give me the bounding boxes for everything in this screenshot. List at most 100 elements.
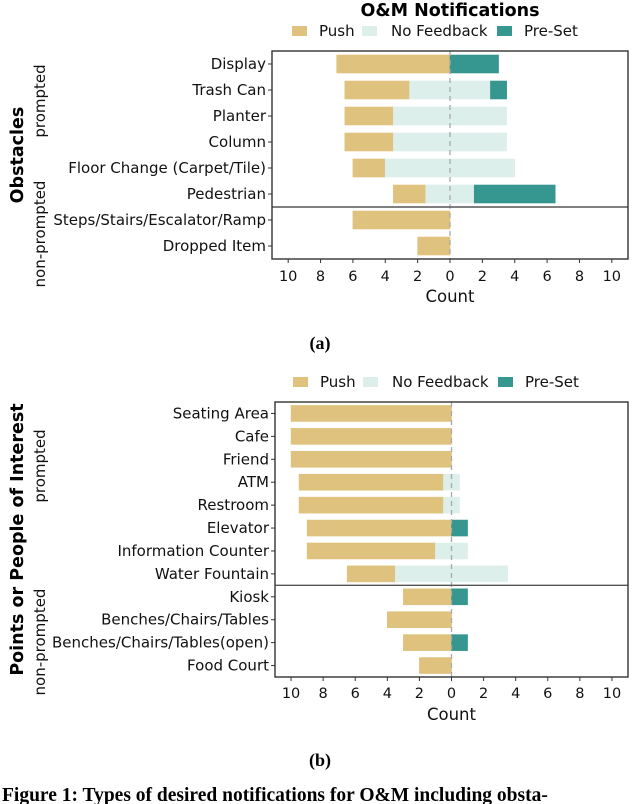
y-tick-label: Information Counter [117,542,269,560]
y-tick-label: Water Fountain [155,565,269,583]
y-tick-label: Benches/Chairs/Tables [101,611,269,629]
legend-label-no-feedback: No Feedback [391,22,488,40]
x-tick-label: 4 [381,269,390,285]
bar-row-dropped-item [417,236,451,256]
bar-row-steps-stairs-escalator-ramp [352,210,451,230]
y-tick-label: Friend [223,450,269,468]
x-tick-label: 4 [511,686,520,702]
y-tick-label: Floor Change (Carpet/Tile) [68,159,266,177]
bar-push [344,80,410,100]
x-tick-label: 4 [383,686,392,702]
figure-caption: Figure 1: Types of desired notifications… [2,785,548,804]
legend: Push No Feedback Pre-Set [293,373,579,391]
x-tick-label: 10 [603,269,621,285]
section-label-non-prompted: non-prompted [31,181,49,288]
panel-b-points-of-interest-chart: Push No Feedback Pre-Set Seating Area Cafe Fr… [8,373,629,771]
bar-row-planter [344,106,507,126]
bar-row-seating-area [290,405,452,422]
x-tick-label: 4 [510,269,519,285]
bar-row-trash-can [344,80,507,100]
legend-swatch-push [292,26,307,36]
bar-pre-set [451,634,468,651]
legend-item-no-feedback: No Feedback [363,373,489,391]
panel-label: (a) [310,333,331,354]
bar-row-food-court [419,657,452,674]
bar-push [387,611,452,629]
legend-item-pre-set: Pre-Set [497,22,578,40]
bar-row-friend [290,450,452,468]
x-tick-label: 10 [603,686,621,702]
x-tick-label: 6 [348,269,357,285]
x-tick-label: 0 [447,686,456,702]
x-tick-label: 8 [316,269,325,285]
bar-push [290,405,452,422]
bar-push [344,106,394,126]
bar-pre-set [449,54,499,74]
legend-swatch-push [293,377,308,387]
legend-label-no-feedback: No Feedback [392,373,489,391]
bar-row-restroom [298,496,460,514]
y-tick-label: Seating Area [173,404,269,422]
bar-row-kiosk [403,588,468,606]
bar-row-water-fountain [346,565,508,583]
chart-title: O&M Notifications [360,1,539,21]
x-tick-label: 8 [575,269,584,285]
bar-push [344,132,394,152]
section-label-prompted: prompted [31,64,49,137]
x-tick-label: 2 [479,686,488,702]
y-tick-label: Planter [213,107,267,125]
bar-pre-set [451,519,468,537]
x-tick-label: 10 [282,686,300,702]
bar-pre-set [473,184,556,204]
legend: Push No Feedback Pre-Set [292,22,578,40]
x-tick-label: 10 [279,269,297,285]
panel-a-obstacles-chart: O&M Notifications Push No Feedback Pre-Set D… [8,1,629,354]
x-tick-label: 8 [575,686,584,702]
legend-swatch-no-feedback [362,26,377,36]
x-tick-label: 2 [478,269,487,285]
bars [336,54,556,256]
y-tick-label: Restroom [198,496,269,514]
x-axis: 10 8 6 4 2 0 2 4 6 8 10 Count [282,677,621,724]
group-label: Obstacles [8,107,28,204]
bar-row-column [344,132,507,152]
bar-row-benches-chairs-tables-open [403,634,468,651]
figure-canvas: O&M Notifications Push No Feedback Pre-Set D… [8,1,629,771]
bar-push [306,542,436,560]
legend-item-pre-set: Pre-Set [498,373,579,391]
legend-swatch-no-feedback [363,377,378,387]
y-tick-label: Benches/Chairs/Tables(open) [52,634,269,652]
figure: O&M Notifications Push No Feedback Pre-Set D… [0,0,640,804]
legend-item-push: Push [293,373,356,391]
legend-swatch-pre-set [497,26,512,36]
x-tick-label: 2 [415,686,424,702]
x-tick-label: 0 [445,269,454,285]
bar-row-atm [298,473,460,491]
bar-push [403,634,452,651]
bar-row-benches-chairs-tables [387,611,452,629]
y-tick-label: Kiosk [229,588,269,606]
legend-item-no-feedback: No Feedback [362,22,488,40]
bar-row-floor-change-carpet-tile [352,158,516,178]
bar-row-information-counter [306,542,468,560]
x-tick-label: 6 [542,269,551,285]
y-tick-label: Cafe [235,427,269,445]
x-tick-label: 8 [319,686,328,702]
legend-label-pre-set: Pre-Set [524,22,578,40]
group-label: Points or People of Interest [8,403,28,675]
y-tick-label: ATM [238,473,269,491]
y-tick-label: Dropped Item [163,237,266,255]
bar-row-display [336,54,499,74]
legend-label-push: Push [319,22,355,40]
legend-label-push: Push [320,373,356,391]
bar-push [346,565,396,583]
bar-pre-set [490,80,507,100]
y-tick-label: Steps/Stairs/Escalator/Ramp [53,211,266,229]
bar-push [403,588,452,606]
bar-push [298,496,444,514]
y-tick-label: Trash Can [191,81,266,99]
x-axis: 10 8 6 4 2 0 2 4 6 8 10 Count [279,259,621,306]
bar-push [290,428,452,445]
bar-push [306,519,452,537]
bar-row-elevator [306,519,468,537]
